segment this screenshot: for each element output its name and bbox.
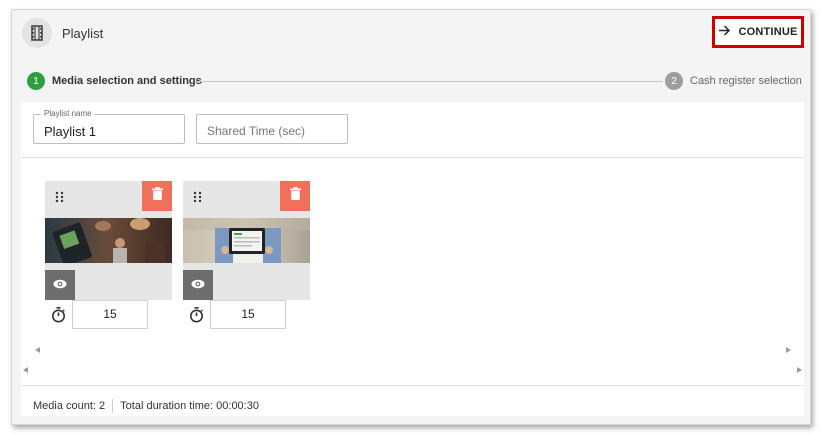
playlist-name-label: Playlist name (41, 109, 95, 118)
preview-button[interactable] (183, 270, 213, 300)
duration-row: 15 (183, 300, 310, 329)
delete-media-button[interactable] (280, 181, 310, 211)
shared-time-input[interactable]: Shared Time (sec) (196, 114, 348, 144)
divider (21, 157, 804, 158)
delete-media-button[interactable] (142, 181, 172, 211)
playlist-name-field[interactable]: Playlist name Playlist 1 (33, 109, 185, 144)
drag-handle-icon[interactable] (192, 190, 204, 203)
eye-icon (53, 276, 67, 294)
scroll-right-icon[interactable] (797, 367, 802, 373)
page-title: Playlist (62, 26, 104, 41)
drag-handle-icon[interactable] (54, 190, 66, 203)
continue-button[interactable]: CONTINUE (712, 16, 804, 48)
media-scrollbar[interactable] (33, 345, 793, 355)
trash-icon (289, 187, 301, 205)
duration-row: 15 (45, 300, 172, 329)
header: Playlist CONTINUE (12, 10, 810, 57)
arrow-right-icon (718, 25, 731, 39)
scroll-right-icon[interactable] (786, 347, 791, 353)
step-2-label[interactable]: Cash register selection (690, 75, 802, 87)
playlist-window: Playlist CONTINUE 1 Media selection and … (11, 9, 811, 425)
footer-status: Media count: 2 Total duration time: 00:0… (33, 399, 259, 413)
duration-input[interactable]: 15 (72, 300, 148, 329)
stopwatch-icon (189, 307, 205, 323)
trash-icon (151, 187, 163, 205)
shared-time-placeholder: Shared Time (sec) (207, 124, 306, 138)
media-thumbnail[interactable] (45, 218, 172, 263)
step-1-circle: 1 (27, 72, 45, 90)
media-thumbnail[interactable] (183, 218, 310, 263)
eye-icon (191, 276, 205, 294)
stopwatch-icon (51, 307, 67, 323)
film-icon (22, 18, 52, 48)
total-duration: Total duration time: 00:00:30 (120, 400, 259, 412)
step-2-circle: 2 (665, 72, 683, 90)
step-connector (195, 81, 663, 82)
media-card: 15 (183, 181, 310, 329)
panel-scrollbar[interactable] (21, 365, 804, 377)
scroll-left-icon[interactable] (23, 367, 28, 373)
media-card: 15 (45, 181, 172, 329)
divider (21, 385, 804, 386)
media-count: Media count: 2 (33, 400, 106, 412)
media-panel: Playlist name Playlist 1 Shared Time (se… (21, 102, 804, 416)
scroll-left-icon[interactable] (35, 347, 40, 353)
preview-button[interactable] (45, 270, 75, 300)
continue-label: CONTINUE (738, 26, 798, 38)
duration-input[interactable]: 15 (210, 300, 286, 329)
footer-separator (112, 399, 114, 413)
playlist-name-value: Playlist 1 (44, 124, 97, 139)
stepper: 1 Media selection and settings 2 Cash re… (12, 68, 810, 94)
step-1-label[interactable]: Media selection and settings (52, 75, 202, 87)
